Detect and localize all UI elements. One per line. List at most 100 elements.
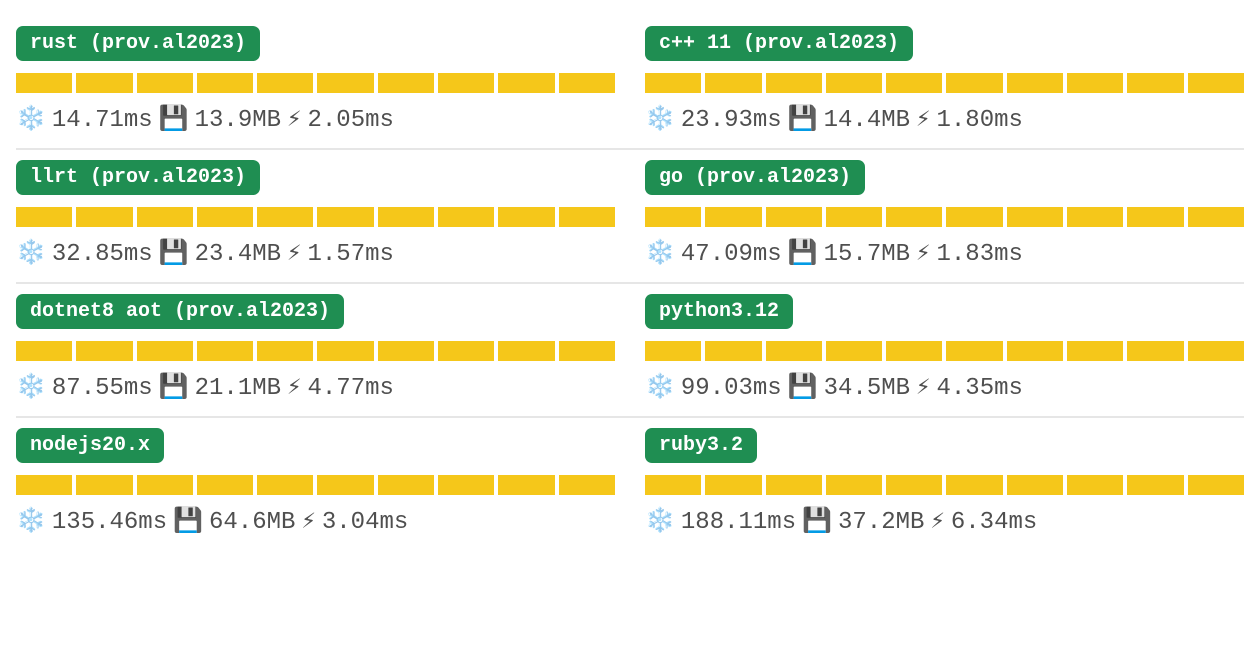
lightning-icon: ⚡	[287, 243, 301, 267]
runtime-card: python3.12 ❄️99.03ms💾34.5MB⚡4.35ms	[645, 284, 1244, 416]
bar-segment	[766, 341, 822, 361]
bar-segment	[946, 475, 1002, 495]
warm-start-value: 1.57ms	[307, 241, 393, 268]
bar-segment	[1007, 207, 1063, 227]
bar-segment	[886, 341, 942, 361]
floppy-disk-icon: 💾	[802, 511, 832, 535]
bar-segment	[645, 475, 701, 495]
bar-segment	[137, 341, 193, 361]
bar-segment	[498, 341, 554, 361]
runtime-card: llrt (prov.al2023) ❄️32.85ms💾23.4MB⚡1.57m…	[16, 150, 615, 282]
snowflake-icon: ❄️	[16, 377, 46, 401]
lightning-icon: ⚡	[930, 511, 944, 535]
bar-segment	[705, 475, 761, 495]
size-value: 34.5MB	[824, 375, 910, 402]
runtime-card: c++ 11 (prov.al2023) ❄️23.93ms💾14.4MB⚡1.8…	[645, 16, 1244, 148]
size-value: 23.4MB	[195, 241, 281, 268]
bar-segment	[1007, 73, 1063, 93]
cold-start-value: 135.46ms	[52, 509, 167, 536]
bar-segment	[1127, 73, 1183, 93]
bar-segment	[559, 73, 615, 93]
warm-start-value: 3.04ms	[322, 509, 408, 536]
bar-segment	[438, 207, 494, 227]
bar-segment	[197, 341, 253, 361]
cold-start-value: 87.55ms	[52, 375, 153, 402]
metrics-row: ❄️188.11ms💾37.2MB⚡6.34ms	[645, 509, 1244, 536]
bar-segment	[1067, 73, 1123, 93]
runtime-badge: c++ 11 (prov.al2023)	[645, 26, 913, 61]
lightning-icon: ⚡	[287, 377, 301, 401]
metrics-row: ❄️23.93ms💾14.4MB⚡1.80ms	[645, 107, 1244, 134]
bar-segment	[317, 341, 373, 361]
bar-segment	[378, 341, 434, 361]
runtime-badge: go (prov.al2023)	[645, 160, 865, 195]
bar-chart	[16, 207, 615, 227]
bar-segment	[16, 341, 72, 361]
floppy-disk-icon: 💾	[788, 377, 818, 401]
cold-start-value: 32.85ms	[52, 241, 153, 268]
bar-segment	[257, 73, 313, 93]
floppy-disk-icon: 💾	[159, 377, 189, 401]
snowflake-icon: ❄️	[645, 377, 675, 401]
bar-segment	[378, 475, 434, 495]
bar-segment	[16, 475, 72, 495]
bar-segment	[826, 341, 882, 361]
warm-start-value: 6.34ms	[951, 509, 1037, 536]
bar-chart	[16, 475, 615, 495]
bar-chart	[645, 475, 1244, 495]
bar-segment	[498, 207, 554, 227]
bar-segment	[1127, 341, 1183, 361]
bar-segment	[946, 341, 1002, 361]
bar-segment	[378, 207, 434, 227]
bar-chart	[645, 207, 1244, 227]
bar-segment	[886, 73, 942, 93]
cold-start-value: 14.71ms	[52, 107, 153, 134]
runtime-badge: llrt (prov.al2023)	[16, 160, 260, 195]
snowflake-icon: ❄️	[16, 243, 46, 267]
snowflake-icon: ❄️	[645, 511, 675, 535]
metrics-row: ❄️99.03ms💾34.5MB⚡4.35ms	[645, 375, 1244, 402]
bar-segment	[766, 73, 822, 93]
bar-segment	[16, 73, 72, 93]
warm-start-value: 1.83ms	[936, 241, 1022, 268]
metrics-row: ❄️87.55ms💾21.1MB⚡4.77ms	[16, 375, 615, 402]
bar-chart	[645, 341, 1244, 361]
runtime-badge: rust (prov.al2023)	[16, 26, 260, 61]
lightning-icon: ⚡	[916, 109, 930, 133]
bar-segment	[498, 475, 554, 495]
bar-segment	[645, 341, 701, 361]
bar-segment	[76, 73, 132, 93]
bar-segment	[1067, 475, 1123, 495]
runtime-badge: python3.12	[645, 294, 793, 329]
bar-segment	[16, 207, 72, 227]
bar-segment	[197, 207, 253, 227]
bar-segment	[317, 475, 373, 495]
bar-segment	[438, 475, 494, 495]
bar-segment	[705, 207, 761, 227]
size-value: 21.1MB	[195, 375, 281, 402]
bar-chart	[16, 73, 615, 93]
lightning-icon: ⚡	[287, 109, 301, 133]
metrics-row: ❄️135.46ms💾64.6MB⚡3.04ms	[16, 509, 615, 536]
warm-start-value: 1.80ms	[936, 107, 1022, 134]
metrics-row: ❄️32.85ms💾23.4MB⚡1.57ms	[16, 241, 615, 268]
bar-segment	[1127, 207, 1183, 227]
bar-segment	[1188, 207, 1244, 227]
bar-segment	[137, 73, 193, 93]
cold-start-value: 99.03ms	[681, 375, 782, 402]
size-value: 64.6MB	[209, 509, 295, 536]
bar-segment	[378, 73, 434, 93]
size-value: 37.2MB	[838, 509, 924, 536]
size-value: 14.4MB	[824, 107, 910, 134]
bar-segment	[257, 341, 313, 361]
runtime-card: dotnet8 aot (prov.al2023)❄️87.55ms💾21.1M…	[16, 284, 615, 416]
lightning-icon: ⚡	[916, 243, 930, 267]
bar-segment	[559, 207, 615, 227]
bar-segment	[946, 73, 1002, 93]
warm-start-value: 4.35ms	[936, 375, 1022, 402]
bar-segment	[1007, 341, 1063, 361]
bar-segment	[705, 73, 761, 93]
bar-segment	[1188, 73, 1244, 93]
bar-segment	[826, 207, 882, 227]
warm-start-value: 2.05ms	[307, 107, 393, 134]
